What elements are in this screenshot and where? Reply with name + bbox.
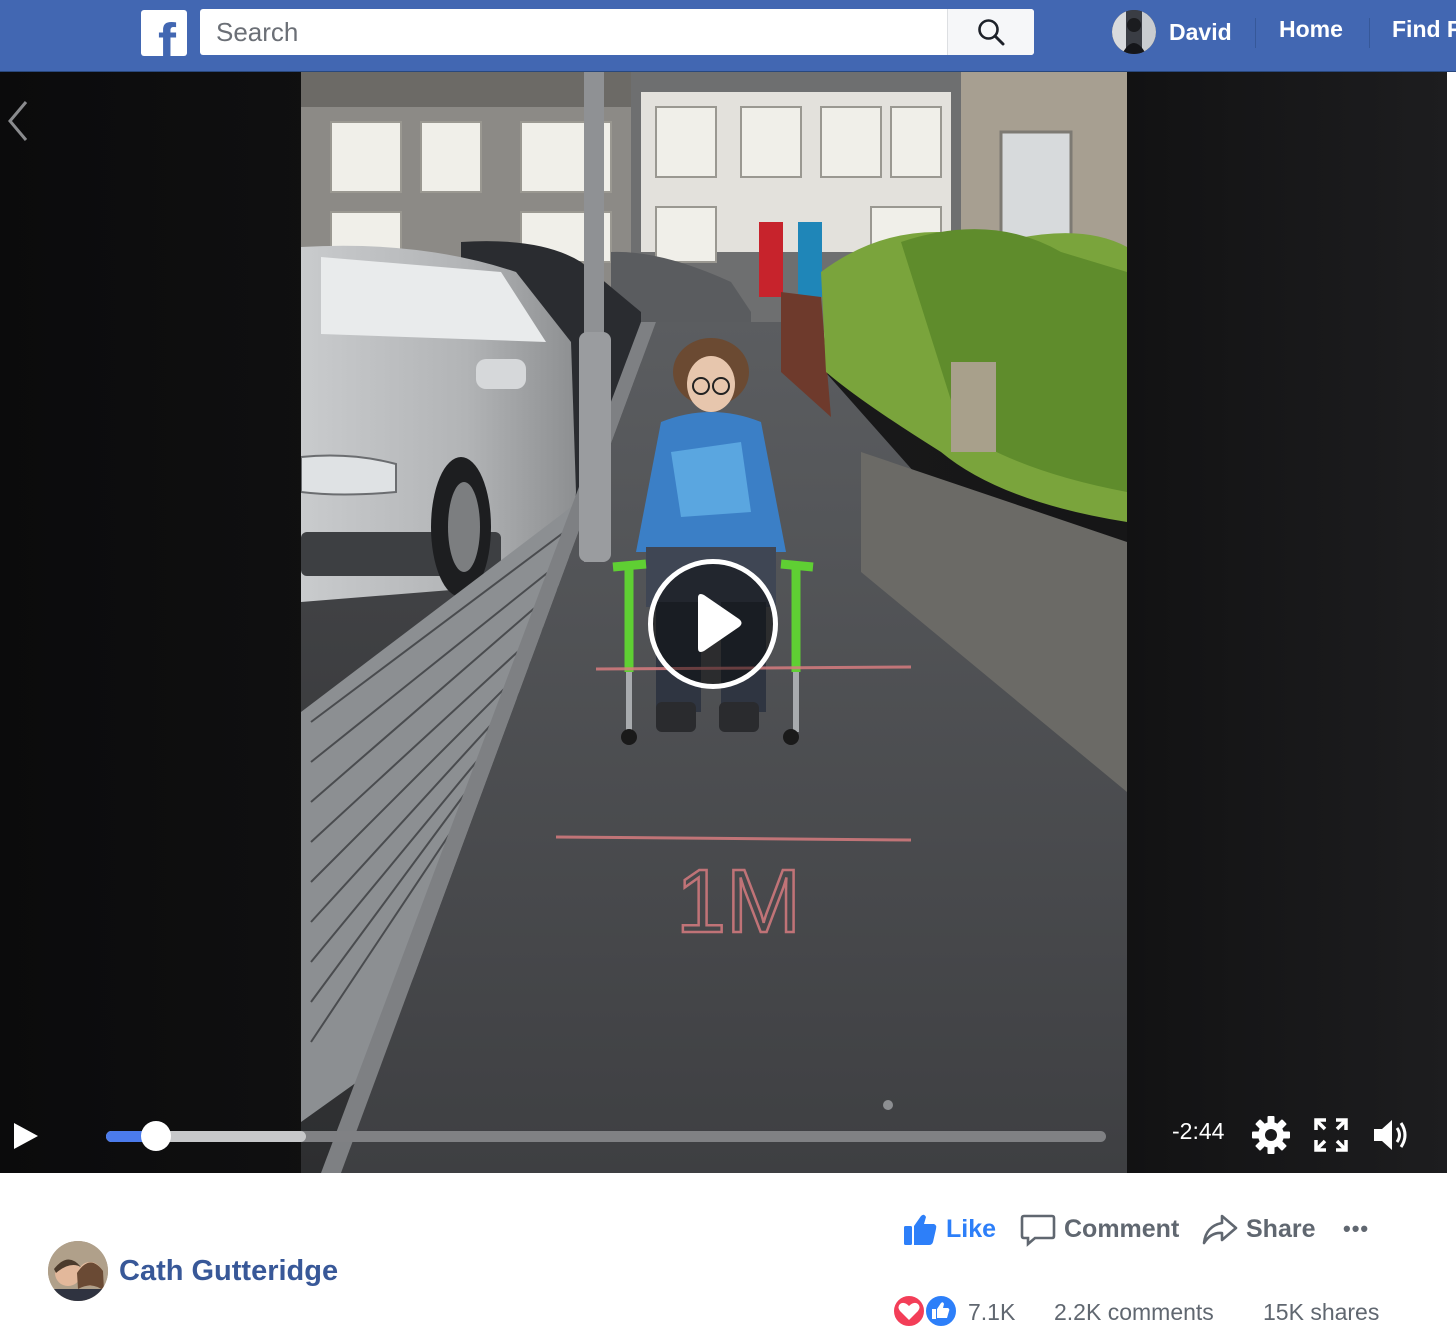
settings-button[interactable] (1250, 1114, 1292, 1156)
reaction-icons[interactable] (892, 1294, 964, 1330)
poster-name: Cath Gutteridge (119, 1254, 339, 1287)
share-button[interactable]: Share (1202, 1209, 1315, 1249)
nav-home-link[interactable]: Home (1279, 16, 1343, 43)
play-video-button[interactable] (648, 559, 778, 689)
top-navigation-bar: f David Home Find F (0, 0, 1456, 72)
more-dots-icon: ••• (1343, 1216, 1370, 1241)
comment-button[interactable]: Comment (1020, 1209, 1179, 1249)
post-footer: Cath Gutteridge Like Comment Share ••• 7… (0, 1173, 1456, 1342)
search-bar (200, 9, 1034, 55)
comment-count[interactable]: 2.2K comments (1054, 1299, 1214, 1326)
search-button[interactable] (947, 9, 1034, 55)
video-player[interactable]: 1M -2:44 (0, 72, 1447, 1173)
like-label: Like (946, 1214, 997, 1243)
nav-find-friends-link[interactable]: Find F (1392, 16, 1456, 43)
more-options-button[interactable]: ••• (1343, 1209, 1369, 1249)
share-count[interactable]: 15K shares (1263, 1299, 1379, 1326)
share-label: Share (1246, 1214, 1316, 1243)
nav-profile-link[interactable]: David (1112, 8, 1232, 56)
nav-divider (1369, 18, 1370, 48)
like-button[interactable]: Like (902, 1209, 996, 1249)
video-controls: -2:44 (0, 1102, 1447, 1173)
progress-slider[interactable] (106, 1121, 1106, 1151)
reaction-count[interactable]: 7.1K (968, 1299, 1015, 1326)
search-icon (978, 19, 1005, 46)
fullscreen-button[interactable] (1310, 1114, 1352, 1156)
facebook-logo-letter: f (158, 13, 176, 56)
comment-label: Comment (1064, 1214, 1180, 1243)
poster-profile-link[interactable]: Cath Gutteridge (48, 1241, 338, 1301)
nav-divider (1255, 18, 1256, 48)
progress-handle[interactable] (141, 1121, 171, 1151)
search-input[interactable] (200, 9, 948, 55)
poster-avatar (48, 1241, 108, 1301)
volume-button[interactable] (1370, 1114, 1412, 1156)
volume-icon (1374, 1120, 1407, 1150)
share-arrow-icon (1202, 1214, 1238, 1245)
play-icon[interactable] (10, 1120, 42, 1152)
chevron-left-icon[interactable] (4, 98, 32, 144)
time-remaining: -2:44 (1172, 1118, 1225, 1144)
nav-user-name: David (1169, 18, 1232, 45)
comment-bubble-icon (1020, 1214, 1056, 1247)
chalk-mark-text: 1M (676, 852, 801, 952)
play-icon (698, 594, 742, 652)
video-letterbox-right (1127, 72, 1447, 1173)
facebook-logo-icon[interactable]: f (141, 10, 187, 56)
settings-gear-icon (1252, 1116, 1290, 1154)
fullscreen-icon (1314, 1118, 1348, 1152)
love-heart-icon (892, 1294, 926, 1328)
user-avatar (1112, 10, 1156, 54)
like-thumb-icon (904, 1214, 937, 1245)
like-thumb-icon (924, 1294, 958, 1328)
